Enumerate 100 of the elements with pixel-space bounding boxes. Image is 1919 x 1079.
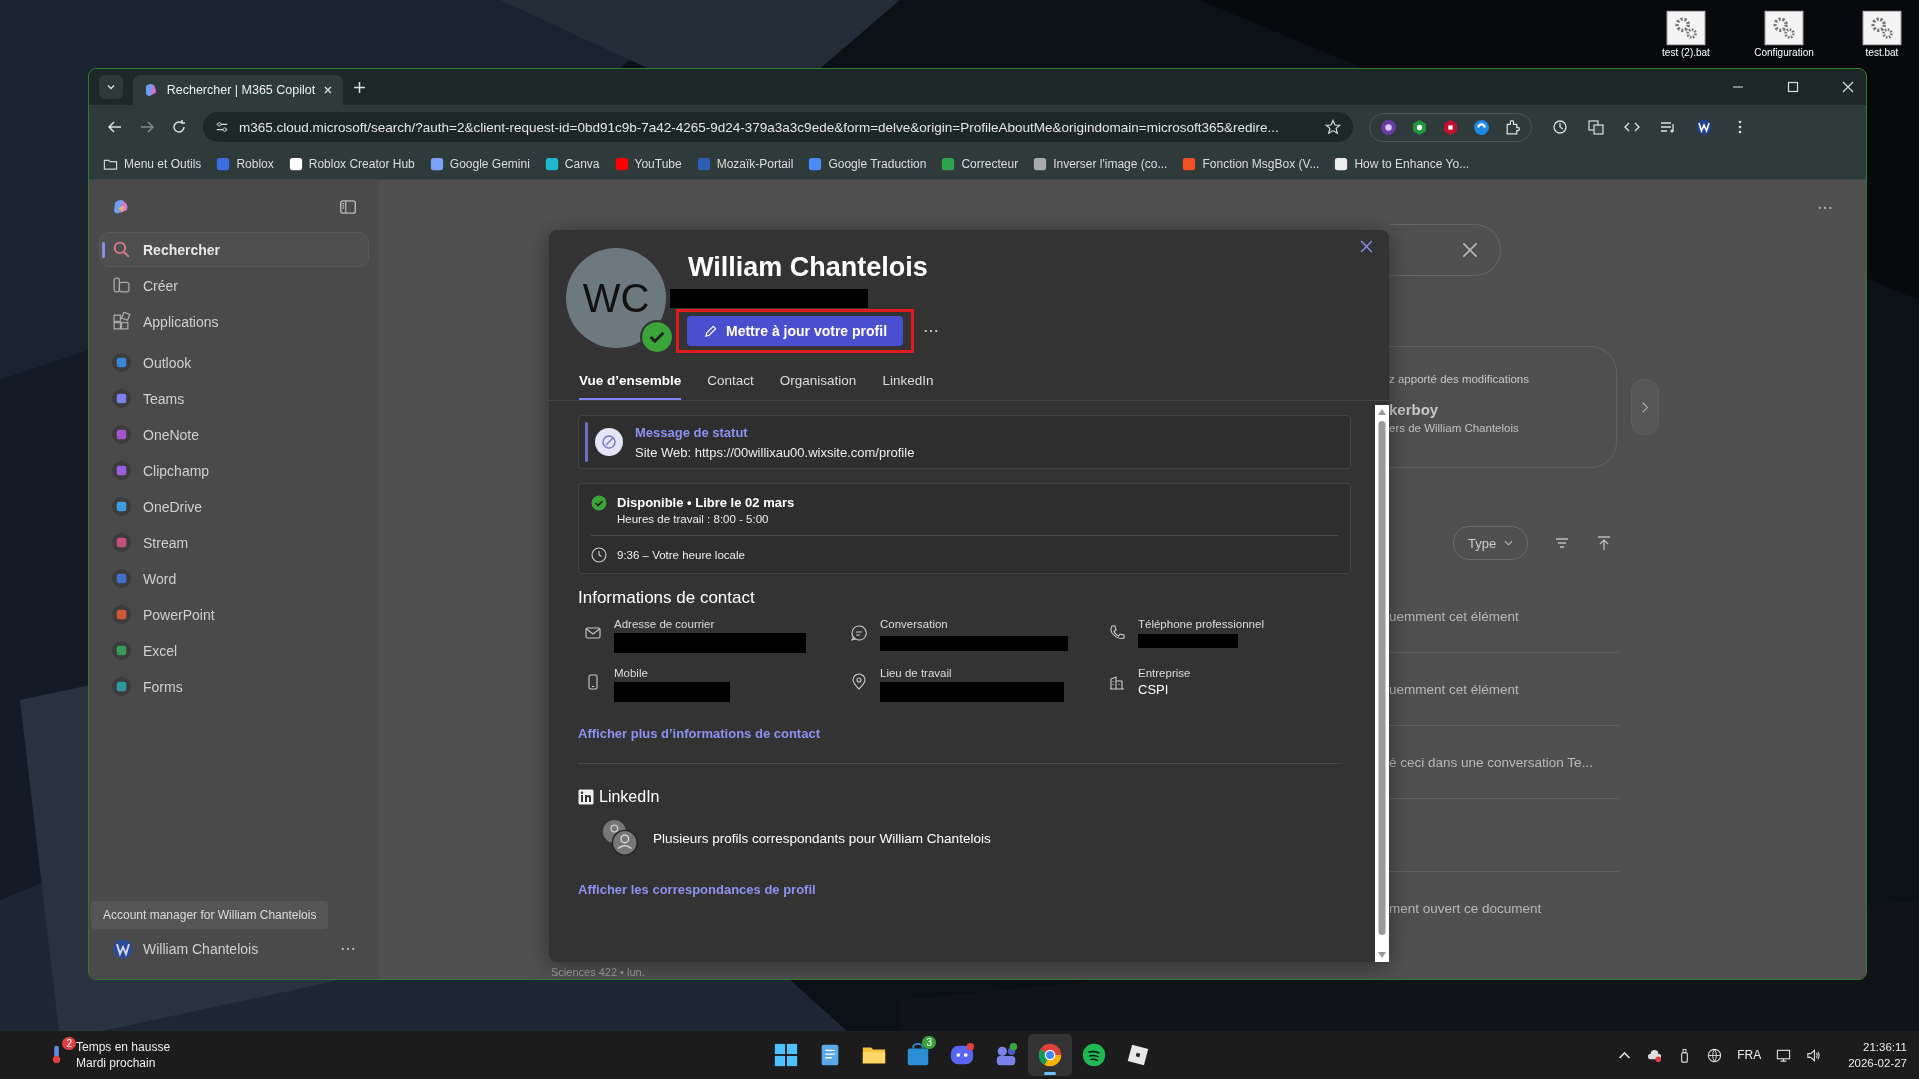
field-label: Adresse de courrier: [614, 618, 716, 630]
list-item[interactable]: uemment cet élément: [1389, 681, 1519, 697]
clear-icon[interactable]: [1462, 242, 1478, 258]
bookmark[interactable]: Fonction MsgBox (V...: [1182, 157, 1320, 171]
app-icon: [112, 533, 131, 552]
app-icon: [112, 605, 131, 624]
music-app-icon[interactable]: [1081, 1042, 1107, 1068]
media-queue-icon[interactable]: [1660, 119, 1676, 135]
people-icon: [601, 818, 641, 858]
bookmark[interactable]: YouTube: [614, 157, 682, 171]
linkedin-match-text: Plusieurs profils correspondants pour William Chantelois: [653, 830, 991, 846]
new-tab-icon[interactable]: [353, 80, 366, 94]
desktop-icon-label[interactable]: Configuration: [1754, 47, 1814, 58]
app-icon: [112, 389, 131, 408]
network-icon[interactable]: [1776, 1047, 1792, 1063]
site-logo-icon: [143, 82, 159, 98]
puzzle-icon[interactable]: [1504, 118, 1521, 136]
sidebar-item[interactable]: Word: [99, 561, 369, 596]
tooltip: Account manager for William Chantelois: [91, 901, 329, 929]
weather-widget[interactable]: 2 Temps en hausse Mardi prochain: [46, 1039, 171, 1071]
extension-icon[interactable]: [1442, 118, 1459, 136]
more-icon[interactable]: [924, 329, 939, 333]
more-icon[interactable]: [341, 947, 355, 951]
profile-matches-link[interactable]: Afficher les correspondances de profil: [578, 882, 816, 897]
profile-avatar-icon[interactable]: [1696, 119, 1712, 135]
globe-icon[interactable]: [1707, 1047, 1723, 1063]
extension-icon[interactable]: [1411, 118, 1428, 136]
list-item[interactable]: é ceci dans une conversation Te...: [1389, 754, 1593, 770]
back-arrow-icon[interactable]: [107, 119, 123, 135]
profile-tab[interactable]: Organisation: [779, 373, 857, 400]
field-value: CSPI: [1138, 682, 1170, 697]
speaker-icon[interactable]: [1806, 1047, 1822, 1063]
windows-logo-icon[interactable]: [773, 1042, 799, 1068]
sidebar-item[interactable]: Rechercher: [99, 232, 369, 267]
star-icon[interactable]: [1325, 119, 1341, 135]
bookmark[interactable]: Google Traduction: [808, 157, 927, 171]
settings-file-icon[interactable]: [1862, 10, 1902, 46]
profile-tab[interactable]: Vue d’ensemble: [579, 373, 682, 400]
more-icon[interactable]: [1818, 206, 1832, 210]
sidebar-item[interactable]: OneDrive: [99, 489, 369, 524]
update-profile-button[interactable]: Mettre à jour votre profil: [687, 316, 904, 346]
forward-arrow-icon[interactable]: [139, 119, 155, 135]
linkedin-logo-icon: [578, 789, 594, 805]
maximize-icon[interactable]: [1787, 81, 1799, 93]
reload-icon[interactable]: [171, 119, 187, 135]
bookmark[interactable]: Menu et Outils: [103, 156, 202, 172]
sidebar-item[interactable]: Outlook: [99, 345, 369, 380]
pencil-icon: [703, 323, 718, 339]
bookmark[interactable]: Canva: [544, 157, 600, 171]
browser-tab[interactable]: Rechercher | M365 Copilot: [133, 75, 343, 105]
clock[interactable]: 21:36:11 2026-02-27: [1848, 1039, 1907, 1071]
search-icon: [112, 240, 131, 259]
field-label: Lieu de travail: [880, 667, 953, 679]
sidebar-toggle-icon[interactable]: [339, 198, 357, 216]
desktop-icon-label[interactable]: test.bat: [1865, 47, 1899, 58]
tab-list-button[interactable]: [99, 75, 123, 99]
extension-icon[interactable]: [1380, 118, 1397, 136]
list-item[interactable]: ment ouvert ce document: [1389, 900, 1542, 916]
account-button[interactable]: William Chantelois: [99, 929, 369, 969]
sidebar-item[interactable]: Applications: [99, 304, 369, 339]
language-indicator[interactable]: FRA: [1737, 1048, 1762, 1062]
settings-file-icon[interactable]: [1666, 10, 1706, 46]
list-item[interactable]: uemment cet élément: [1389, 608, 1519, 624]
location-pin-icon: [850, 673, 868, 691]
filter-icon[interactable]: [1554, 535, 1571, 551]
sidebar-item[interactable]: Créer: [99, 268, 369, 303]
sidebar-item[interactable]: PowerPoint: [99, 597, 369, 632]
type-dropdown[interactable]: Type: [1453, 526, 1529, 560]
settings-file-icon[interactable]: [1764, 10, 1804, 46]
bookmark[interactable]: Correcteur: [941, 157, 1019, 171]
sidebar-item[interactable]: Teams: [99, 381, 369, 416]
bookmark[interactable]: Roblox Creator Hub: [288, 157, 415, 171]
card-title: kerboy: [1389, 401, 1440, 418]
caret-icon[interactable]: [106, 82, 116, 92]
bookmark[interactable]: Roblox: [216, 157, 274, 171]
profile-tab[interactable]: Contact: [707, 373, 754, 400]
sidebar-item[interactable]: Forms: [99, 669, 369, 704]
scroll-to-top-icon[interactable]: [1596, 535, 1613, 551]
translate-icon[interactable]: [1588, 119, 1604, 135]
bookmark[interactable]: How to Enhance Yo...: [1334, 157, 1470, 171]
bookmark[interactable]: Mozaïk-Portail: [696, 157, 794, 171]
sidebar-item[interactable]: Excel: [99, 633, 369, 668]
address-field[interactable]: m365.cloud.microsoft/search/?auth=2&client-request-id=0bd91c9b-7a42-4265-9d24-379a3a3c9ede&form=delve&origin=ProfileAboutMe&origindomain=microsoft365&redire...: [203, 112, 1353, 142]
status-message: Site Web: https://00willixau00.wixsite.com/profile: [635, 444, 915, 460]
history-icon[interactable]: [1552, 119, 1568, 135]
more-contact-link[interactable]: Afficher plus d’informations de contact: [578, 726, 820, 741]
browser-icon[interactable]: [1037, 1042, 1063, 1068]
cloud-icon[interactable]: [1647, 1047, 1663, 1063]
desktop-icon-label[interactable]: test (2).bat: [1662, 47, 1710, 58]
profile-tab[interactable]: LinkedIn: [882, 373, 934, 400]
field-label: Entreprise: [1138, 667, 1191, 679]
sidebar-item[interactable]: Stream: [99, 525, 369, 560]
bookmark[interactable]: Google Gemini: [429, 157, 530, 171]
sidebar-item[interactable]: Clipchamp: [99, 453, 369, 488]
extension-icon[interactable]: [1473, 118, 1490, 136]
site-settings-icon[interactable]: [215, 120, 229, 134]
bookmark[interactable]: Inverser l'image (co...: [1033, 157, 1168, 171]
sidebar-item[interactable]: OneNote: [99, 417, 369, 452]
scrollbar[interactable]: [1375, 405, 1389, 962]
taskbar-button[interactable]: [1028, 1034, 1072, 1076]
